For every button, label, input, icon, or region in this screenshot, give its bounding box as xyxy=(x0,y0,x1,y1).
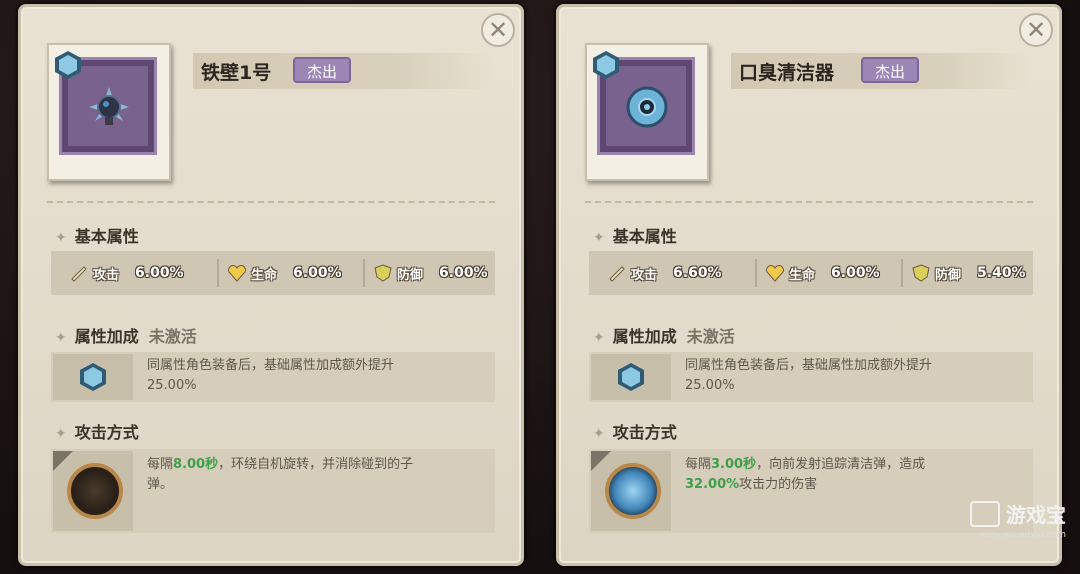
section-divider xyxy=(47,201,495,203)
item-icon-frame xyxy=(47,43,171,181)
sparkle-icon: ✦ xyxy=(55,330,67,346)
attack-section-title: ✦ 攻击方式 xyxy=(593,423,677,442)
equipment-card-right: ✕ 口臭清洁器 杰出 ✦ 基本属性 攻击 6.60% 生命 6.00% 防御 5… xyxy=(556,4,1062,566)
sword-icon xyxy=(609,266,625,282)
close-button[interactable]: ✕ xyxy=(481,13,515,47)
spiked-mine-skill-icon xyxy=(67,463,123,519)
stats-bar: 攻击 6.00% 生命 6.00% 防御 6.00% xyxy=(51,251,495,295)
bonus-description: 同属性角色装备后，基础属性加成额外提升 25.00% xyxy=(147,358,395,393)
equipment-card-left: ✕ 铁壁1号 杰出 ✦ 基本属性 攻击 6.00% 生命 6.00% 防御 6.… xyxy=(18,4,524,566)
element-badge-icon xyxy=(80,363,106,391)
attack-section-title: ✦ 攻击方式 xyxy=(55,423,139,442)
bonus-section-title: ✦ 属性加成 未激活 xyxy=(593,327,735,346)
heart-icon xyxy=(766,265,784,282)
stat-health: 生命 6.00% xyxy=(227,251,342,295)
stat-separator xyxy=(217,259,219,287)
section-divider xyxy=(585,201,1033,203)
shield-icon xyxy=(374,264,392,282)
title-bar: 铁壁1号 杰出 xyxy=(193,53,493,89)
rarity-badge: 杰出 xyxy=(293,57,352,83)
sword-icon xyxy=(71,266,87,282)
stats-bar: 攻击 6.60% 生命 6.00% 防御 5.40% xyxy=(589,251,1033,295)
stat-health: 生命 6.00% xyxy=(765,251,880,295)
watermark-logo: 游戏宝 xyxy=(970,499,1066,528)
rarity-badge: 杰出 xyxy=(861,57,920,83)
corner-tag-icon xyxy=(591,451,611,471)
bonus-box: 同属性角色装备后，基础属性加成额外提升 25.00% xyxy=(51,352,495,402)
bonus-box: 同属性角色装备后，基础属性加成额外提升 25.00% xyxy=(589,352,1033,402)
bonus-icon-cell xyxy=(591,354,671,400)
sparkle-icon: ✦ xyxy=(593,230,605,246)
stat-defense: 防御 6.00% xyxy=(373,251,488,295)
attack-icon-cell xyxy=(591,451,671,531)
close-button[interactable]: ✕ xyxy=(1019,13,1053,47)
bonus-status: 未激活 xyxy=(686,327,735,346)
stat-attack: 攻击 6.60% xyxy=(607,251,722,295)
cleaner-orb-icon xyxy=(626,86,668,128)
corner-tag-icon xyxy=(53,451,73,471)
bonus-section-title: ✦ 属性加成 未激活 xyxy=(55,327,197,346)
attack-description: 每隔3.00秒，向前发射追踪清洁弹，造成 32.00%攻击力的伤害 xyxy=(685,457,926,492)
bonus-status: 未激活 xyxy=(148,327,197,346)
attack-box: 每隔3.00秒，向前发射追踪清洁弹，造成 32.00%攻击力的伤害 xyxy=(589,449,1033,533)
attack-box: 每隔8.00秒，环绕自机旋转，并消除碰到的子 弹。 xyxy=(51,449,495,533)
attack-icon-cell xyxy=(53,451,133,531)
item-icon-frame xyxy=(585,43,709,181)
watermark-url: www.youxibao.com xyxy=(978,530,1066,540)
stats-section-title: ✦ 基本属性 xyxy=(55,227,139,246)
sparkle-icon: ✦ xyxy=(55,426,67,442)
stats-section-title: ✦ 基本属性 xyxy=(593,227,677,246)
element-badge-icon xyxy=(618,363,644,391)
title-bar: 口臭清洁器 杰出 xyxy=(731,53,1031,89)
bonus-icon-cell xyxy=(53,354,133,400)
stat-separator xyxy=(755,259,757,287)
stat-separator xyxy=(901,259,903,287)
stat-defense: 防御 5.40% xyxy=(911,251,1026,295)
gamepad-logo-icon xyxy=(970,500,1000,527)
bonus-description: 同属性角色装备后，基础属性加成额外提升 25.00% xyxy=(685,358,933,393)
item-name: 铁壁1号 xyxy=(201,62,272,84)
shield-icon xyxy=(912,264,930,282)
cleaning-bubble-skill-icon xyxy=(605,463,661,519)
stat-attack: 攻击 6.00% xyxy=(69,251,184,295)
stat-separator xyxy=(363,259,365,287)
sparkle-icon: ✦ xyxy=(593,330,605,346)
heart-icon xyxy=(228,265,246,282)
item-name: 口臭清洁器 xyxy=(739,62,835,84)
sparkle-icon: ✦ xyxy=(55,230,67,246)
spiked-mine-icon xyxy=(89,87,129,125)
attack-description: 每隔8.00秒，环绕自机旋转，并消除碰到的子 弹。 xyxy=(147,457,414,492)
sparkle-icon: ✦ xyxy=(593,426,605,442)
